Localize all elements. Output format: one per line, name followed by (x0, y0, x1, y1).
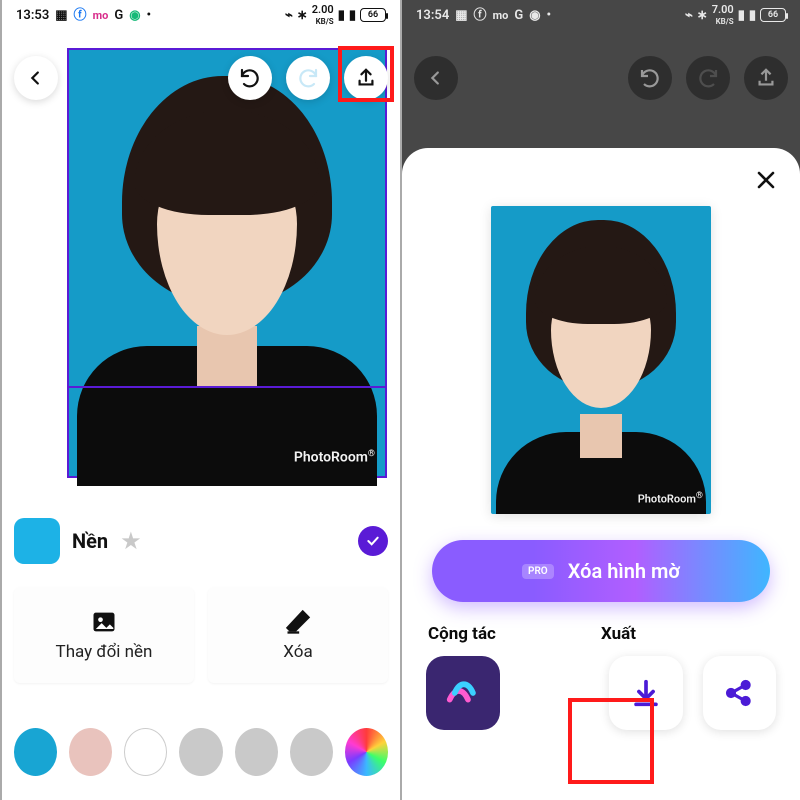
battery-icon: 66 (360, 8, 386, 22)
bt-icon: ∗ (697, 9, 708, 22)
color-picker[interactable] (345, 728, 388, 776)
color-swatch[interactable] (179, 728, 222, 776)
undo-button (628, 56, 672, 100)
collab-app-button[interactable] (426, 656, 500, 730)
bg-swatch[interactable] (14, 518, 60, 564)
chat-icon: ◉ (529, 9, 540, 22)
signal1-icon: ▮ (738, 9, 745, 22)
guide-line (69, 386, 385, 388)
redo-button (686, 56, 730, 100)
close-button[interactable] (750, 164, 782, 196)
color-swatch[interactable] (14, 728, 57, 776)
watermark: PhotoRoom® (638, 491, 703, 506)
background-row[interactable]: Nền ★ (14, 514, 388, 568)
share-button[interactable] (703, 656, 777, 730)
export-screen: 13:54 ▦ ⓕ mo G ◉ • ⌁ ∗ 7.00KB/S ▮ ▮ 66 (400, 0, 800, 800)
subject-photo (69, 50, 385, 476)
chat-icon: ◉ (129, 9, 140, 22)
favorite-icon[interactable]: ★ (120, 527, 142, 555)
export-button (744, 56, 788, 100)
vibrate-icon: ⌁ (285, 9, 293, 22)
section-export: Xuất (601, 624, 774, 644)
export-highlight (338, 46, 394, 102)
status-time: 13:53 (16, 8, 49, 23)
export-preview: PhotoRoom® (491, 206, 711, 514)
back-button (414, 56, 458, 100)
battery-icon: 66 (760, 8, 786, 22)
pro-label: Xóa hình mờ (568, 559, 680, 583)
status-bar: 13:54 ▦ ⓕ mo G ◉ • ⌁ ∗ 7.00KB/S ▮ ▮ 66 (402, 0, 800, 30)
share-icon (723, 677, 755, 709)
undo-button[interactable] (228, 56, 272, 100)
color-swatch[interactable] (290, 728, 333, 776)
status-time: 13:54 (416, 8, 449, 23)
signal2-icon: ▮ (349, 9, 356, 22)
change-bg-button[interactable]: Thay đổi nền (14, 587, 194, 683)
photo-frame[interactable]: PhotoRoom® (67, 48, 387, 478)
image-icon (90, 608, 118, 636)
fb-icon: ⓕ (474, 9, 487, 22)
eraser-icon (284, 608, 312, 636)
momo-icon: mo (493, 10, 509, 21)
download-highlight (568, 698, 654, 784)
signal2-icon: ▮ (749, 9, 756, 22)
momo-icon: mo (93, 10, 109, 21)
signal1-icon: ▮ (338, 9, 345, 22)
bt-icon: ∗ (297, 9, 308, 22)
more-icon: • (547, 9, 552, 22)
color-swatch[interactable] (235, 728, 278, 776)
redo-button[interactable] (286, 56, 330, 100)
confirm-button[interactable] (358, 526, 388, 556)
app-icon: ▦ (455, 9, 467, 22)
google-icon: G (114, 9, 123, 22)
canvas[interactable]: PhotoRoom® (12, 34, 390, 502)
editor-screen: 13:53 ▦ ⓕ mo G ◉ • ⌁ ∗ 2.00KB/S ▮ ▮ 66 P… (0, 0, 400, 800)
watermark: PhotoRoom® (294, 449, 375, 466)
photoroom-icon (443, 673, 483, 713)
google-icon: G (514, 9, 523, 22)
remove-watermark-button[interactable]: PRO Xóa hình mờ (432, 540, 770, 602)
bg-label: Nền (72, 529, 108, 553)
pro-badge: PRO (522, 564, 554, 579)
status-bar: 13:53 ▦ ⓕ mo G ◉ • ⌁ ∗ 2.00KB/S ▮ ▮ 66 (2, 0, 400, 30)
erase-button[interactable]: Xóa (208, 587, 388, 683)
color-swatch[interactable] (69, 728, 112, 776)
color-swatch[interactable] (124, 728, 167, 776)
section-collab: Cộng tác (428, 624, 601, 644)
color-palette (14, 724, 388, 780)
app-icon: ▦ (55, 9, 67, 22)
fb-icon: ⓕ (74, 9, 87, 22)
back-button[interactable] (14, 56, 58, 100)
more-icon: • (147, 9, 152, 22)
vibrate-icon: ⌁ (685, 9, 693, 22)
export-sheet: PhotoRoom® PRO Xóa hình mờ Cộng tác Xuất (402, 148, 800, 800)
